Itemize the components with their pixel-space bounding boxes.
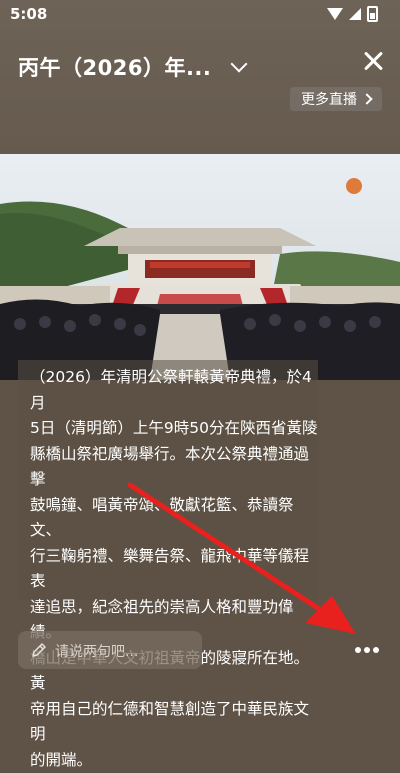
video-player[interactable] [0,154,400,380]
status-icons [327,6,378,22]
close-icon[interactable] [360,48,386,74]
status-time: 5:08 [10,5,48,23]
pencil-icon [32,643,46,657]
video-frame [0,154,400,380]
battery-icon [367,6,378,22]
live-title-selector[interactable]: 丙午（2026）年... [18,52,248,82]
wifi-icon [327,8,343,20]
comment-placeholder: 请说两句吧... [55,644,139,660]
more-live-button[interactable]: 更多直播 [290,87,382,111]
page-title: 丙午（2026）年... [18,56,212,80]
chevron-down-icon [230,55,248,73]
more-live-label: 更多直播 [301,92,357,108]
signal-icon [349,8,361,20]
comment-input[interactable]: 请说两句吧... [18,631,202,669]
status-bar: 5:08 [0,0,400,28]
chevron-right-icon [361,93,373,105]
description-text: （2026）年清明公祭軒轅黃帝典禮，於4月 5日（清明節）上午9時50分在陝西省… [30,368,318,769]
more-dots-icon[interactable] [352,640,382,660]
